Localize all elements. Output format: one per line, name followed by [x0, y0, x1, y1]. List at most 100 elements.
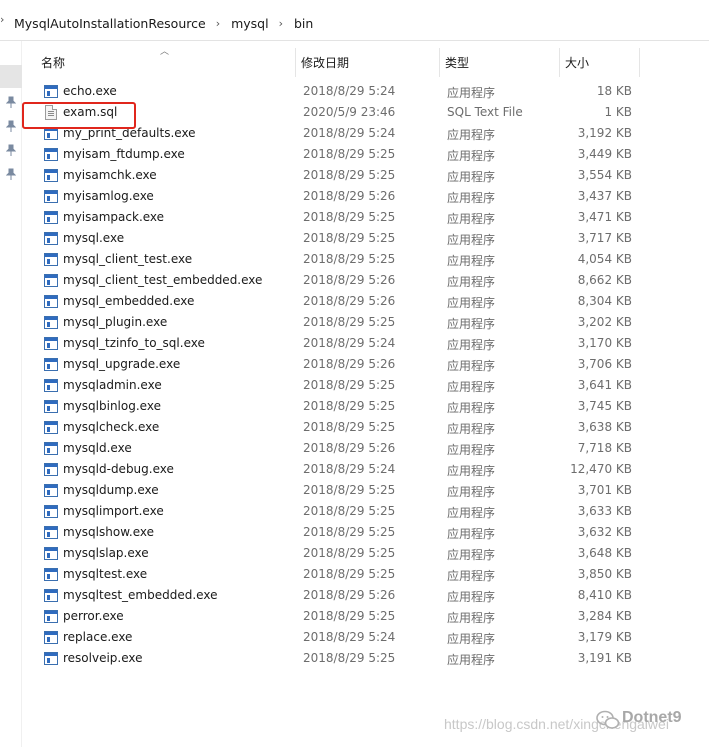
exe-icon	[44, 316, 58, 329]
breadcrumb-item-mysql[interactable]: mysql	[231, 16, 269, 31]
file-name: echo.exe	[63, 84, 117, 98]
exe-icon-shape	[44, 568, 58, 581]
column-header-size[interactable]: 大小	[562, 48, 640, 77]
file-date: 2018/8/29 5:25	[303, 168, 396, 182]
file-row[interactable]: replace.exe 2018/8/29 5:24 应用程序 3,179 KB	[0, 627, 709, 648]
file-date: 2018/8/29 5:25	[303, 252, 396, 266]
exe-icon-shape	[44, 610, 58, 623]
exe-icon-shape	[44, 253, 58, 266]
column-header-date[interactable]: 修改日期	[298, 48, 440, 77]
file-date: 2018/8/29 5:24	[303, 126, 396, 140]
exe-icon	[44, 442, 58, 455]
exe-icon	[44, 148, 58, 161]
file-date: 2018/8/29 5:25	[303, 651, 396, 665]
file-type: 应用程序	[447, 422, 496, 436]
file-row[interactable]: myisampack.exe 2018/8/29 5:25 应用程序 3,471 KB	[0, 207, 709, 228]
file-size: 4,054 KB	[577, 252, 632, 266]
file-type: 应用程序	[447, 86, 496, 100]
address-bar[interactable]: › MysqlAutoInstallationResource › mysql …	[0, 0, 709, 41]
file-name: mysql_plugin.exe	[63, 315, 168, 329]
exe-icon-shape	[44, 85, 58, 98]
file-date: 2018/8/29 5:26	[303, 189, 396, 203]
file-date: 2018/8/29 5:25	[303, 378, 396, 392]
file-size: 3,717 KB	[577, 231, 632, 245]
file-name: myisamlog.exe	[63, 189, 154, 203]
file-row[interactable]: myisamchk.exe 2018/8/29 5:25 应用程序 3,554 KB	[0, 165, 709, 186]
exe-icon-shape	[44, 526, 58, 539]
file-type: 应用程序	[447, 464, 496, 478]
exe-icon-shape	[44, 211, 58, 224]
file-size: 7,718 KB	[577, 441, 632, 455]
breadcrumb-chevron-icon[interactable]: ›	[279, 17, 283, 30]
exe-icon-shape	[44, 379, 58, 392]
file-row[interactable]: myisamlog.exe 2018/8/29 5:26 应用程序 3,437 KB	[0, 186, 709, 207]
file-type: 应用程序	[447, 212, 496, 226]
file-row[interactable]: mysqld-debug.exe 2018/8/29 5:24 应用程序 12,470…	[0, 459, 709, 480]
exe-icon-shape	[44, 463, 58, 476]
file-type: 应用程序	[447, 611, 496, 625]
file-row[interactable]: mysqlcheck.exe 2018/8/29 5:25 应用程序 3,638 KB	[0, 417, 709, 438]
exe-icon-shape	[44, 169, 58, 182]
exe-icon	[44, 358, 58, 371]
file-row[interactable]: mysql_tzinfo_to_sql.exe 2018/8/29 5:24 应用程…	[0, 333, 709, 354]
highlight-box	[22, 102, 136, 129]
column-header-type[interactable]: 类型	[442, 48, 560, 77]
file-name: perror.exe	[63, 609, 124, 623]
file-row[interactable]: mysqlimport.exe 2018/8/29 5:25 应用程序 3,633 K…	[0, 501, 709, 522]
file-size: 18 KB	[596, 84, 632, 98]
file-date: 2018/8/29 5:25	[303, 609, 396, 623]
file-row[interactable]: mysql.exe 2018/8/29 5:25 应用程序 3,717 KB	[0, 228, 709, 249]
file-name: mysqlbinlog.exe	[63, 399, 161, 413]
column-header-name[interactable]: 名称	[38, 48, 296, 77]
exe-icon	[44, 610, 58, 623]
exe-icon-shape	[44, 274, 58, 287]
file-size: 3,633 KB	[577, 504, 632, 518]
file-row[interactable]: mysqlslap.exe 2018/8/29 5:25 应用程序 3,648 KB	[0, 543, 709, 564]
file-row[interactable]: mysql_client_test_embedded.exe 2018/8/29 …	[0, 270, 709, 291]
file-date: 2018/8/29 5:25	[303, 504, 396, 518]
file-name: mysqltest.exe	[63, 567, 148, 581]
file-row[interactable]: mysqltest_embedded.exe 2018/8/29 5:26 应用程序…	[0, 585, 709, 606]
file-row[interactable]: mysqldump.exe 2018/8/29 5:25 应用程序 3,701 KB	[0, 480, 709, 501]
file-row[interactable]: mysqlbinlog.exe 2018/8/29 5:25 应用程序 3,745 K…	[0, 396, 709, 417]
file-type: 应用程序	[447, 275, 496, 289]
file-name: mysqld.exe	[63, 441, 132, 455]
exe-icon	[44, 274, 58, 287]
file-size: 3,641 KB	[577, 378, 632, 392]
file-size: 3,554 KB	[577, 168, 632, 182]
file-row[interactable]: mysql_embedded.exe 2018/8/29 5:26 应用程序 8,30…	[0, 291, 709, 312]
file-row[interactable]: perror.exe 2018/8/29 5:25 应用程序 3,284 KB	[0, 606, 709, 627]
file-name: resolveip.exe	[63, 651, 143, 665]
file-row[interactable]: mysql_upgrade.exe 2018/8/29 5:26 应用程序 3,706…	[0, 354, 709, 375]
file-type: 应用程序	[447, 170, 496, 184]
file-type: 应用程序	[447, 569, 496, 583]
file-row[interactable]: resolveip.exe 2018/8/29 5:25 应用程序 3,191 KB	[0, 648, 709, 669]
file-row[interactable]: mysqld.exe 2018/8/29 5:26 应用程序 7,718 KB	[0, 438, 709, 459]
exe-icon-shape	[44, 652, 58, 665]
file-row[interactable]: myisam_ftdump.exe 2018/8/29 5:25 应用程序 3,449…	[0, 144, 709, 165]
column-header-size-label: 大小	[565, 56, 590, 70]
breadcrumb-item-root[interactable]: MysqlAutoInstallationResource	[14, 16, 206, 31]
exe-icon-shape	[44, 337, 58, 350]
file-date: 2018/8/29 5:25	[303, 567, 396, 581]
file-row[interactable]: mysql_client_test.exe 2018/8/29 5:25 应用程序 4…	[0, 249, 709, 270]
exe-icon-shape	[44, 190, 58, 203]
file-date: 2018/8/29 5:24	[303, 336, 396, 350]
column-header-name-label: 名称	[41, 56, 66, 70]
file-row[interactable]: mysqladmin.exe 2018/8/29 5:25 应用程序 3,641 KB	[0, 375, 709, 396]
breadcrumb-item-bin[interactable]: bin	[294, 16, 313, 31]
file-row[interactable]: mysqltest.exe 2018/8/29 5:25 应用程序 3,850 KB	[0, 564, 709, 585]
exe-icon	[44, 505, 58, 518]
file-name: mysqltest_embedded.exe	[63, 588, 218, 602]
wechat-logo-icon	[596, 710, 620, 729]
file-size: 3,170 KB	[577, 336, 632, 350]
file-date: 2018/8/29 5:25	[303, 546, 396, 560]
file-row[interactable]: mysql_plugin.exe 2018/8/29 5:25 应用程序 3,202 …	[0, 312, 709, 333]
file-size: 3,284 KB	[577, 609, 632, 623]
breadcrumb-chevron-icon[interactable]: ›	[0, 13, 4, 26]
file-row[interactable]: mysqlshow.exe 2018/8/29 5:25 应用程序 3,632 KB	[0, 522, 709, 543]
file-date: 2020/5/9 23:46	[303, 105, 396, 119]
exe-icon	[44, 484, 58, 497]
breadcrumb-chevron-icon[interactable]: ›	[216, 17, 220, 30]
file-row[interactable]: echo.exe 2018/8/29 5:24 应用程序 18 KB	[0, 81, 709, 102]
